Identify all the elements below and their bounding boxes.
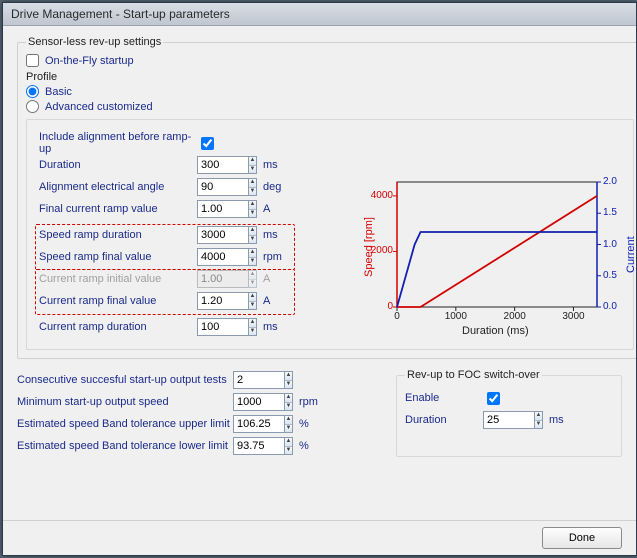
profile-basic-radio[interactable] (26, 85, 39, 98)
onthefly-checkbox[interactable] (26, 54, 39, 67)
cur-init-input (197, 270, 249, 288)
bandupper-label: Estimated speed Band tolerance upper lim… (17, 418, 233, 430)
speed-dur-input[interactable] (197, 226, 249, 244)
spinner-buttons[interactable]: ▲▼ (249, 200, 257, 218)
cur-dur-input[interactable] (197, 318, 249, 336)
speed-dur-unit: ms (263, 229, 291, 241)
switch-enable-label: Enable (405, 392, 483, 404)
profile-heading: Profile (26, 71, 634, 83)
minspeed-label: Minimum start-up output speed (17, 396, 233, 408)
sensorless-legend: Sensor-less rev-up settings (26, 36, 163, 48)
dialog-window: Drive Management - Start-up parameters S… (2, 2, 637, 556)
spinner-buttons[interactable]: ▲▼ (285, 437, 293, 455)
profile-basic-label: Basic (45, 86, 72, 98)
switch-dur-unit: ms (549, 414, 577, 426)
spinner-buttons[interactable]: ▲▼ (285, 371, 293, 389)
switchover-legend: Rev-up to FOC switch-over (405, 369, 542, 381)
cur-dur-unit: ms (263, 321, 291, 333)
profile-params-box: Include alignment before ramp-up Duratio… (26, 119, 634, 350)
cur-final-input[interactable] (197, 292, 249, 310)
revup-chart: 0200040000.00.51.01.52.00100020003000Dur… (357, 176, 627, 341)
consec-input[interactable] (233, 371, 285, 389)
cur-final-label: Current ramp final value (39, 295, 197, 307)
switch-dur-label: Duration (405, 414, 483, 426)
window-title: Drive Management - Start-up parameters (11, 7, 230, 21)
spinner-buttons[interactable]: ▲▼ (249, 248, 257, 266)
startup-tests-group: Consecutive succesful start-up output te… (17, 369, 384, 457)
cur-init-unit: A (263, 273, 291, 285)
align-duration-unit: ms (263, 159, 291, 171)
spinner-buttons[interactable]: ▲▼ (249, 156, 257, 174)
cur-dur-label: Current ramp duration (39, 321, 197, 333)
align-duration-label: Duration (39, 159, 197, 171)
spinner-buttons: ▲▼ (249, 270, 257, 288)
speed-dur-label: Speed ramp duration (39, 229, 197, 241)
spinner-buttons[interactable]: ▲▼ (285, 393, 293, 411)
done-button[interactable]: Done (542, 527, 622, 549)
profile-advanced-label: Advanced customized (45, 101, 153, 113)
speed-final-label: Speed ramp final value (39, 251, 197, 263)
switch-enable-checkbox[interactable] (487, 392, 500, 405)
consec-label: Consecutive succesful start-up output te… (17, 374, 233, 386)
spinner-buttons[interactable]: ▲▼ (249, 292, 257, 310)
align-angle-input[interactable] (197, 178, 249, 196)
align-angle-unit: deg (263, 181, 291, 193)
align-angle-label: Alignment electrical angle (39, 181, 197, 193)
onthefly-label: On-the-Fly startup (45, 55, 134, 67)
include-align-checkbox[interactable] (201, 137, 214, 150)
final-ramp-label: Final current ramp value (39, 203, 197, 215)
spinner-buttons[interactable]: ▲▼ (249, 178, 257, 196)
dialog-footer: Done (3, 520, 636, 555)
cur-final-unit: A (263, 295, 291, 307)
profile-advanced-radio[interactable] (26, 100, 39, 113)
bandlower-unit: % (299, 440, 327, 452)
bandlower-input[interactable] (233, 437, 285, 455)
dialog-content: Sensor-less rev-up settings On-the-Fly s… (3, 26, 636, 520)
minspeed-input[interactable] (233, 393, 285, 411)
speed-final-unit: rpm (263, 251, 291, 263)
bandlower-label: Estimated speed Band tolerance lower lim… (17, 440, 233, 452)
cur-init-label: Current ramp initial value (39, 273, 197, 285)
switch-dur-input[interactable] (483, 411, 535, 429)
minspeed-unit: rpm (299, 396, 327, 408)
bandupper-input[interactable] (233, 415, 285, 433)
spinner-buttons[interactable]: ▲▼ (249, 318, 257, 336)
include-align-label: Include alignment before ramp-up (39, 131, 197, 155)
speed-final-input[interactable] (197, 248, 249, 266)
final-ramp-unit: A (263, 203, 291, 215)
sensorless-group: Sensor-less rev-up settings On-the-Fly s… (17, 36, 636, 359)
titlebar: Drive Management - Start-up parameters (3, 3, 636, 26)
align-duration-input[interactable] (197, 156, 249, 174)
final-ramp-input[interactable] (197, 200, 249, 218)
bandupper-unit: % (299, 418, 327, 430)
spinner-buttons[interactable]: ▲▼ (535, 411, 543, 429)
spinner-buttons[interactable]: ▲▼ (249, 226, 257, 244)
spinner-buttons[interactable]: ▲▼ (285, 415, 293, 433)
switchover-group: Rev-up to FOC switch-over Enable Duratio… (396, 369, 622, 457)
